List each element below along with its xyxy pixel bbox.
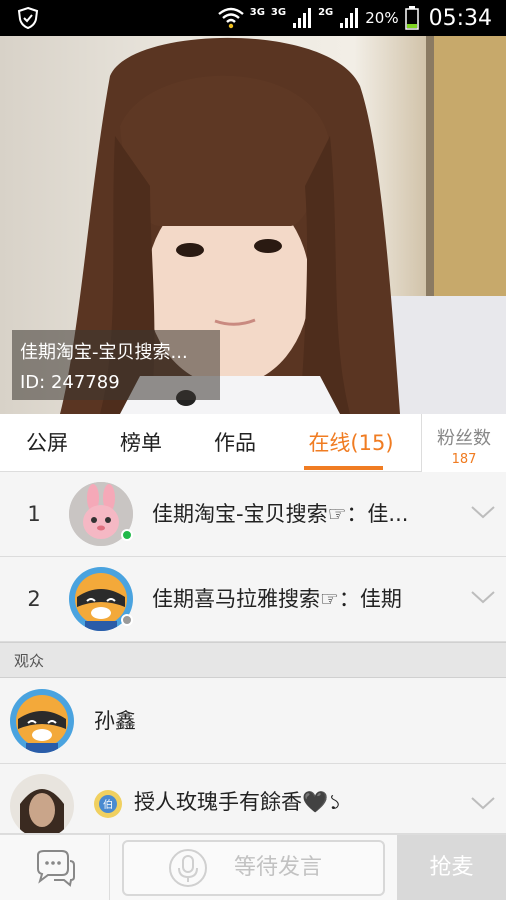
wifi-icon bbox=[217, 7, 244, 29]
battery-icon bbox=[404, 6, 419, 30]
bottom-bar: 等待发言 抢麦 bbox=[0, 834, 506, 900]
network-type-3g: 3G bbox=[249, 6, 265, 18]
tab-online[interactable]: 在线(15) bbox=[296, 414, 406, 472]
fans-count-button[interactable]: 粉丝数 187 bbox=[421, 414, 506, 472]
tab-public-screen[interactable]: 公屏 bbox=[0, 414, 94, 472]
wait-to-speak-label: 等待发言 bbox=[234, 855, 323, 880]
photo-avatar bbox=[10, 774, 74, 833]
ranked-user-name: 佳期淘宝-宝贝搜索☞：佳... bbox=[152, 502, 409, 526]
battery-percent: 20% bbox=[365, 9, 399, 27]
ranked-user-row[interactable]: 2 佳期喜马拉雅搜索☞：佳期 bbox=[0, 557, 506, 642]
network-type-2g: 2G bbox=[318, 6, 334, 18]
signal-icon bbox=[293, 8, 312, 28]
audience-user-name: 孙鑫 bbox=[94, 709, 136, 733]
chat-button[interactable] bbox=[0, 835, 110, 900]
live-video[interactable]: 佳期淘宝-宝贝搜索... ID: 247789 bbox=[0, 36, 506, 414]
chat-bubble-icon bbox=[37, 850, 75, 887]
signal-icon-2 bbox=[340, 8, 359, 28]
tab-works[interactable]: 作品 bbox=[188, 414, 282, 472]
ranked-user-name: 佳期喜马拉雅搜索☞：佳期 bbox=[152, 587, 402, 611]
chevron-down-icon[interactable] bbox=[470, 794, 496, 812]
host-name: 佳期淘宝-宝贝搜索... bbox=[20, 342, 188, 363]
fans-label: 粉丝数 bbox=[437, 428, 491, 449]
audience-row[interactable]: 孙鑫 bbox=[0, 678, 506, 764]
rank-number: 1 bbox=[27, 502, 41, 526]
fans-count: 187 bbox=[451, 452, 477, 467]
audience-row[interactable]: 伯 授人玫瑰手有餘香🖤১ bbox=[0, 764, 506, 834]
shield-icon bbox=[17, 6, 39, 30]
svg-text:伯: 伯 bbox=[103, 798, 113, 811]
host-id: ID: 247789 bbox=[20, 372, 120, 393]
network-type-3g-2: 3G bbox=[270, 6, 287, 18]
online-status-dot bbox=[121, 614, 133, 626]
raccoon-mascot-avatar bbox=[10, 689, 74, 753]
status-bar: 3G 3G 2G 20% 05:34 bbox=[0, 0, 506, 36]
rank-number: 2 bbox=[27, 587, 41, 611]
ranked-user-row[interactable]: 1 佳期淘宝-宝贝搜索☞：佳... bbox=[0, 472, 506, 557]
grab-mic-button[interactable]: 抢麦 bbox=[397, 835, 506, 900]
wait-to-speak-button[interactable]: 等待发言 bbox=[122, 840, 385, 896]
audience-section-header: 观众 bbox=[0, 642, 506, 678]
vip-badge-icon: 伯 bbox=[94, 790, 122, 818]
clock: 05:34 bbox=[428, 5, 492, 31]
microphone-icon bbox=[169, 849, 207, 887]
chevron-down-icon[interactable] bbox=[470, 503, 496, 521]
host-info-overlay: 佳期淘宝-宝贝搜索... ID: 247789 bbox=[12, 330, 220, 400]
tab-ranking[interactable]: 榜单 bbox=[94, 414, 188, 472]
audience-user-name: 授人玫瑰手有餘香🖤১ bbox=[134, 790, 342, 814]
chevron-down-icon[interactable] bbox=[470, 588, 496, 606]
active-tab-indicator bbox=[304, 466, 383, 470]
online-status-dot bbox=[121, 529, 133, 541]
